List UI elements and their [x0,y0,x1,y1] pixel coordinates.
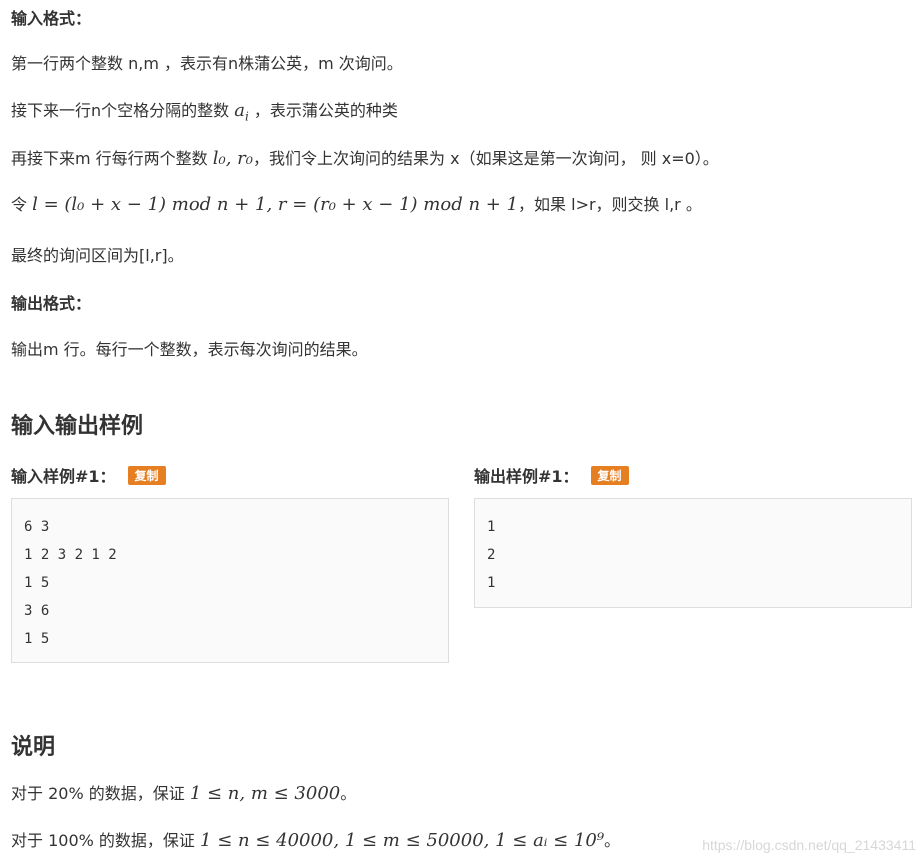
expl1-suffix: 。 [340,784,357,803]
samples-heading: 输入输出样例 [11,414,144,439]
line2-prefix: 接下来一行n个空格分隔的整数 [11,101,235,120]
explanation-heading: 说明 [11,735,56,760]
input-format-line2: 接下来一行n个空格分隔的整数 ai ，表示蒲公英的种类 [11,97,398,124]
watermark: https://blog.csdn.net/qq_21433411 [702,837,916,853]
code-line: 1 5 [24,631,50,647]
input-format-line4: 令 l = (l₀ + x − 1) mod n + 1, r = (r₀ + … [11,191,702,215]
expl2-prefix: 对于 100% 的数据，保证 [11,831,201,850]
explanation-line2: 对于 100% 的数据，保证 1 ≤ n ≤ 40000, 1 ≤ m ≤ 50… [11,827,620,851]
expl1-prefix: 对于 20% 的数据，保证 [11,784,190,803]
code-line: 3 6 [24,603,50,619]
output-format-heading: 输出格式： [11,294,92,313]
input-format-line3: 再接下来m 行每行两个整数 l₀, r₀，我们令上次询问的结果为 x（如果这是第… [11,145,719,169]
expl1-math: 1 ≤ n, m ≤ 3000 [189,783,341,804]
code-line: 1 [487,575,496,591]
code-line: 2 [487,547,496,563]
output-sample-box[interactable]: 1 2 1 [474,498,912,608]
input-sample-label: 输入样例#1： [11,467,116,486]
copy-input-button[interactable]: 复制 [127,466,166,485]
input-format-line1: 第一行两个整数 n,m ，表示有n株蒲公英，m 次询问。 [11,54,403,73]
line4-suffix: ，如果 l>r，则交换 l,r 。 [518,195,702,214]
code-line: 1 2 3 2 1 2 [24,547,117,563]
line2-suffix: ，表示蒲公英的种类 [248,101,398,120]
input-sample-box[interactable]: 6 3 1 2 3 2 1 2 1 5 3 6 1 5 [11,498,449,663]
input-sample-header: 输入样例#1： 复制 [11,463,166,487]
output-format-line1: 输出m 行。每行一个整数，表示每次询问的结果。 [11,340,368,359]
math-a: a [234,100,245,121]
line4-prefix: 令 [11,195,33,214]
line3-math: l₀, r₀ [212,148,254,169]
line2-math: ai [234,100,249,124]
output-sample-label: 输出样例#1： [474,467,579,486]
output-sample-header: 输出样例#1： 复制 [474,463,629,487]
code-line: 1 5 [24,575,50,591]
code-line: 1 [487,519,496,535]
input-format-line5: 最终的询问区间为[l,r]。 [11,246,184,265]
explanation-line1: 对于 20% 的数据，保证 1 ≤ n, m ≤ 3000。 [11,780,356,804]
copy-output-button[interactable]: 复制 [590,466,629,485]
line4-math: l = (l₀ + x − 1) mod n + 1, r = (r₀ + x … [32,194,519,215]
expl2-suffix: 。 [604,831,621,850]
line3-suffix: ，我们令上次询问的结果为 x（如果这是第一次询问， 则 x=0）。 [253,149,719,168]
input-format-heading: 输入格式： [11,9,92,28]
code-line: 6 3 [24,519,50,535]
line3-prefix: 再接下来m 行每行两个整数 [11,149,213,168]
expl2-math: 1 ≤ n ≤ 40000, 1 ≤ m ≤ 50000, 1 ≤ aᵢ ≤ 1… [200,830,605,851]
